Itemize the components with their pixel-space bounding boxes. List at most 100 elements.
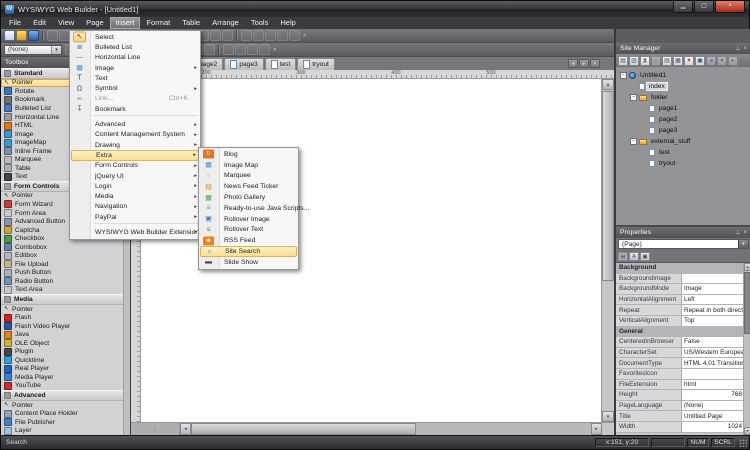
toolbar-icon[interactable] <box>223 44 234 55</box>
toolbox-item-pointer[interactable]: ↖ Pointer <box>1 401 124 410</box>
property-value[interactable]: HTML 4.01 Transitional <box>682 358 744 368</box>
insert-menu-item-link[interactable]: ∞ Link... Ctrl+K <box>70 94 200 104</box>
toolbar-icon[interactable] <box>253 30 264 41</box>
property-value[interactable]: Untitled Page <box>682 411 744 421</box>
insert-menu-item-login[interactable]: Login ▸ <box>70 181 200 191</box>
menu-tools[interactable]: Tools <box>245 17 275 29</box>
property-row-horizontalalignment[interactable]: HorizontalAlignment Left <box>616 294 744 306</box>
menu-view[interactable]: View <box>52 17 80 29</box>
property-value[interactable]: Image <box>682 284 744 294</box>
toolbox-item-real-player[interactable]: Real Player <box>1 364 124 374</box>
tab-scroll-right-button[interactable]: ▸ <box>579 59 589 68</box>
property-row-backgroundimage[interactable]: BackgroundImage <box>616 273 744 285</box>
property-row-width[interactable]: Width 1024 <box>616 421 744 433</box>
property-row-height[interactable]: Height 768 <box>616 390 744 401</box>
close-button[interactable]: × <box>715 1 745 13</box>
alphabetical-view-button[interactable]: A <box>629 251 639 261</box>
property-row-pagelanguage[interactable]: PageLanguage (None) <box>616 400 744 412</box>
insert-menu-item-wysiwyg-web-builder-extensions[interactable]: WYSIWYG Web Builder Extensions ▸ <box>70 227 203 237</box>
toolbar-icon[interactable] <box>204 44 215 55</box>
toolbar-icon[interactable] <box>210 30 221 41</box>
property-row-fileextension[interactable]: FileExtension html <box>616 379 744 391</box>
new-icon[interactable] <box>4 30 15 41</box>
menu-help[interactable]: Help <box>274 17 301 29</box>
tree-node-test[interactable]: test <box>620 147 749 158</box>
toolbox-item-radio-button[interactable]: Radio Button <box>1 277 124 286</box>
property-value[interactable]: False <box>682 337 744 347</box>
toolbox-item-media-player[interactable]: Media Player <box>1 373 124 382</box>
property-value[interactable]: Top <box>682 315 744 326</box>
property-value[interactable] <box>682 273 744 284</box>
toolbox-item-youtube[interactable]: YouTube <box>1 381 124 391</box>
insert-menu-item-form-controls[interactable]: Form Controls ▸ <box>70 161 200 171</box>
tree-node-page2[interactable]: page2 <box>620 114 749 125</box>
style-dropdown[interactable]: (None) ▾ <box>4 44 62 55</box>
resize-grip[interactable] <box>739 438 747 447</box>
property-grid-scrollbar[interactable]: ▴ ▾ <box>743 263 750 435</box>
property-row-documenttype[interactable]: DocumentType HTML 4.01 Transitional <box>616 358 744 369</box>
new-folder-icon[interactable]: ▥ <box>629 55 639 66</box>
insert-menu-item-advanced[interactable]: Advanced ▸ <box>70 119 200 129</box>
insert-menu-item-bulleted-list[interactable]: ≣ Bulleted List <box>70 42 200 52</box>
vertical-scrollbar-thumb[interactable] <box>602 91 614 281</box>
toolbox-item-layer[interactable]: Layer <box>1 426 124 435</box>
toolbox-item-java[interactable]: Java <box>1 330 124 339</box>
property-row-favoritesicon[interactable]: FavoritesIcon <box>616 368 744 380</box>
import-page-icon[interactable]: ▤ <box>662 55 672 66</box>
toolbox-item-editbox[interactable]: Editbox <box>1 251 124 260</box>
toolbox-item-pointer[interactable]: ↖ Pointer <box>1 305 124 314</box>
toolbar-icon[interactable] <box>235 44 246 55</box>
categorized-view-button[interactable]: ▤ <box>618 251 628 261</box>
toolbar-overflow-icon[interactable]: » <box>303 33 306 39</box>
property-value[interactable]: html <box>682 379 744 390</box>
splitter-handle[interactable]: ⋮ <box>131 423 180 435</box>
toolbar-icon[interactable] <box>289 30 300 41</box>
vertical-scrollbar[interactable]: ▴ ▾ <box>601 79 614 422</box>
object-selector-dropdown[interactable]: (Page) ▾ <box>618 239 749 249</box>
title-bar[interactable]: W WYSIWYG Web Builder - [Untitled1] ▁ ▢ … <box>1 1 749 17</box>
horizontal-scrollbar-track[interactable] <box>416 423 591 435</box>
menu-page[interactable]: Page <box>80 17 110 29</box>
scroll-right-button[interactable]: ▸ <box>591 423 602 435</box>
open-icon[interactable] <box>16 30 27 41</box>
toolbar-icon[interactable] <box>259 44 270 55</box>
insert-menu-item-horizontal-line[interactable]: — Horizontal Line <box>70 53 200 63</box>
menu-edit[interactable]: Edit <box>27 17 52 29</box>
insert-menu-item-text[interactable]: T Text <box>70 73 200 83</box>
property-value[interactable]: 1024 <box>682 421 744 432</box>
insert-menu-item-symbol[interactable]: Ω Symbol ▸ <box>70 83 200 93</box>
tree-node-untitled1[interactable]: - Untitled1 <box>620 70 749 81</box>
move-right-icon[interactable]: ▸ <box>728 55 738 66</box>
tab-test[interactable]: test <box>264 58 297 70</box>
maximize-button[interactable]: ▢ <box>694 1 714 13</box>
extra-submenu-item-site-search[interactable]: ○ Site Search <box>200 246 297 257</box>
pin-icon[interactable]: ⊥ <box>735 228 740 238</box>
toolbox-item-plugin[interactable]: Plugin <box>1 347 124 357</box>
tree-node-page1[interactable]: page1 <box>620 103 749 114</box>
new-page-icon[interactable]: ▤ <box>618 55 628 66</box>
insert-menu-item-select[interactable]: ↖ Select <box>70 32 200 42</box>
tree-node-page3[interactable]: page3 <box>620 125 749 136</box>
extra-submenu-item-rollover-text[interactable]: ≡ Rollover Text <box>199 225 298 236</box>
paste-page-icon[interactable]: ▱ <box>651 55 661 66</box>
clone-page-icon[interactable]: ⧗ <box>640 55 650 66</box>
insert-menu-item-drawing[interactable]: Drawing ▸ <box>70 140 200 150</box>
toolbar-icon[interactable] <box>222 30 233 41</box>
pin-icon[interactable]: ⊥ <box>735 44 740 54</box>
property-row-verticalalignment[interactable]: VerticalAlignment Top <box>616 315 744 327</box>
tree-node-tryout[interactable]: tryout <box>620 158 749 169</box>
property-grid-scrollbar-thumb[interactable] <box>744 272 750 334</box>
property-value[interactable]: 768 <box>682 390 744 400</box>
toolbox-item-file-upload[interactable]: File Upload <box>1 260 124 269</box>
toolbar-icon[interactable] <box>47 30 58 41</box>
toolbox-category-advanced[interactable]: Advanced <box>1 390 124 401</box>
property-row-characterset[interactable]: CharacterSetUS/Western European (IS <box>616 347 744 359</box>
delete-page-icon[interactable]: × <box>684 55 694 66</box>
menu-file[interactable]: File <box>3 17 27 29</box>
insert-menu-item-extra[interactable]: Extra ▸ <box>71 150 199 161</box>
tab-close-button[interactable]: × <box>590 59 600 68</box>
tree-node-folder[interactable]: - folder <box>620 92 749 103</box>
toolbox-item-ole-object[interactable]: OLE Object <box>1 339 124 348</box>
insert-menu-item-jquery-ui[interactable]: jQuery UI ▸ <box>70 171 200 181</box>
toolbox-item-push-button[interactable]: Push Button <box>1 268 124 278</box>
